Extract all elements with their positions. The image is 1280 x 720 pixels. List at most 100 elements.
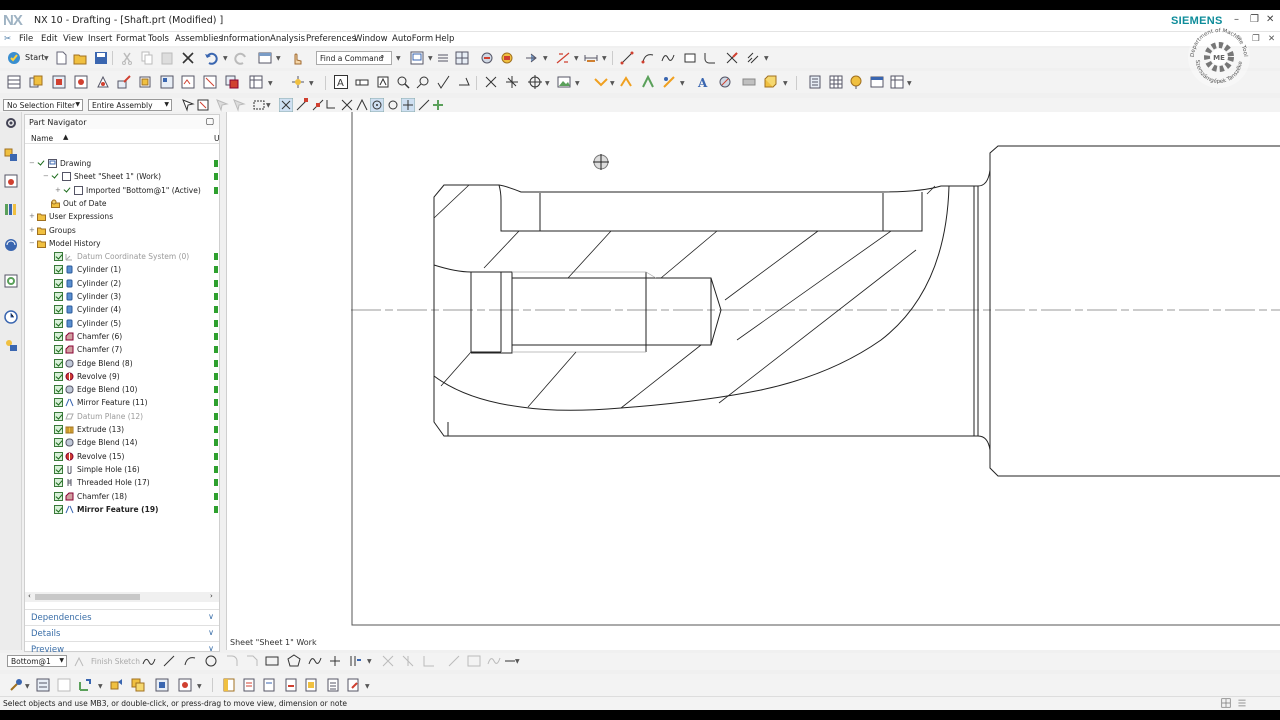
window-dropdown-icon[interactable]: ▼	[276, 55, 281, 62]
wcs-icon[interactable]	[78, 678, 92, 692]
open-folder-icon[interactable]	[73, 51, 87, 65]
hatch-dropdown-icon[interactable]: ▼	[764, 55, 769, 62]
expand-toggle-icon[interactable]: −	[43, 172, 49, 180]
tree-row[interactable]: Cylinder (1)	[25, 263, 219, 276]
start-label[interactable]: Start	[25, 53, 45, 62]
menu-preferences[interactable]: Preferences	[306, 34, 356, 44]
show-hide-icon[interactable]	[178, 678, 192, 692]
clock-icon[interactable]	[4, 310, 18, 324]
zoom-icon[interactable]	[396, 75, 410, 89]
trim-icon[interactable]	[725, 51, 739, 65]
visibility-checkbox[interactable]	[54, 504, 63, 514]
copy-object-icon[interactable]	[131, 678, 145, 692]
menu-edit[interactable]: Edit	[41, 34, 57, 44]
quick-trim-icon[interactable]	[381, 654, 395, 668]
sketch-point-icon[interactable]	[328, 654, 342, 668]
visibility-checkbox[interactable]	[54, 451, 63, 461]
menu-close-icon[interactable]: ✕	[1268, 34, 1275, 44]
component-icon[interactable]	[52, 75, 66, 89]
sheet-dropdown-icon[interactable]: ▼	[428, 55, 433, 62]
image-icon[interactable]	[557, 75, 571, 89]
visibility-checkbox[interactable]	[54, 385, 63, 395]
tree-row[interactable]: Cylinder (3)	[25, 290, 219, 303]
view-layout-icon[interactable]	[455, 51, 469, 65]
drawing-table-icon[interactable]	[870, 75, 884, 89]
tree-row[interactable]: Datum Coordinate System (0)	[25, 250, 219, 263]
checkmark-icon[interactable]	[37, 159, 46, 168]
profile-icon[interactable]	[142, 654, 156, 668]
visibility-checkbox[interactable]	[54, 411, 63, 421]
visibility-checkbox[interactable]	[54, 265, 63, 275]
visibility-checkbox[interactable]	[54, 371, 63, 381]
history-icon[interactable]	[4, 274, 18, 288]
orient-icon[interactable]	[291, 75, 305, 89]
name-column-header[interactable]: Name	[31, 134, 53, 143]
update-views-icon[interactable]	[480, 51, 494, 65]
explode-icon[interactable]	[203, 75, 217, 89]
start-icon[interactable]	[7, 51, 21, 65]
sketch-circle-icon[interactable]	[204, 654, 218, 668]
menu-analysis[interactable]: Analysis	[270, 34, 305, 44]
visibility-checkbox[interactable]	[54, 292, 63, 301]
edit-style-icon[interactable]	[662, 75, 676, 89]
tree-row[interactable]: Chamfer (7)	[25, 343, 219, 356]
linear-dimension-icon[interactable]	[584, 51, 598, 65]
edit-annotation-icon[interactable]	[641, 75, 655, 89]
table-icon[interactable]	[249, 75, 263, 89]
visibility-checkbox[interactable]	[54, 358, 63, 368]
window-icon[interactable]	[258, 51, 272, 65]
snap-arc-center-icon[interactable]	[355, 98, 369, 112]
finish-sketch-icon[interactable]	[73, 654, 87, 668]
spline-icon[interactable]	[661, 51, 675, 65]
tree-row[interactable]: − Model History	[25, 237, 219, 250]
expand-toggle-icon[interactable]: −	[29, 239, 35, 247]
visibility-checkbox[interactable]	[54, 345, 63, 355]
clone-icon[interactable]	[225, 75, 239, 89]
report-icon[interactable]	[326, 678, 340, 692]
undo-dropdown-icon[interactable]: ▼	[223, 55, 228, 62]
menu-view[interactable]: View	[63, 34, 83, 44]
tabular-note-icon[interactable]	[890, 75, 904, 89]
checkmark-icon[interactable]	[63, 186, 72, 195]
constraint-icon[interactable]	[74, 75, 88, 89]
tree-row[interactable]: Cylinder (4)	[25, 303, 219, 316]
edit-component-icon[interactable]	[117, 75, 131, 89]
scroll-thumb[interactable]	[35, 594, 140, 600]
tree-row[interactable]: Chamfer (6)	[25, 330, 219, 343]
tree-row[interactable]: Revolve (15)	[25, 450, 219, 463]
fillet-icon[interactable]	[703, 51, 717, 65]
tree-row[interactable]: Extrude (13)	[25, 423, 219, 436]
graphics-window[interactable]	[226, 112, 1280, 650]
arc-icon[interactable]	[641, 51, 655, 65]
gear-icon[interactable]	[4, 116, 18, 130]
tree-row[interactable]: Datum Plane (12)	[25, 410, 219, 423]
cube-dropdown-icon[interactable]: ▼	[783, 80, 788, 87]
sketch-view-dropdown[interactable]: Bottom@1 ▼	[7, 655, 67, 667]
reuse-library-icon[interactable]	[4, 202, 18, 216]
grid-settings-icon[interactable]	[57, 678, 71, 692]
dependencies-panel[interactable]: Dependencies ∨	[25, 609, 219, 625]
show-hide-dropdown-icon[interactable]: ▼	[197, 683, 202, 690]
visibility-checkbox[interactable]	[54, 331, 63, 341]
menu-assemblies[interactable]: Assemblies	[175, 34, 223, 44]
wave-link-icon[interactable]	[181, 75, 195, 89]
brush-icon[interactable]	[9, 678, 23, 692]
sketch-rectangle-icon[interactable]	[683, 51, 697, 65]
snap-endpoint-icon[interactable]	[295, 98, 309, 112]
snap-circle-center-icon[interactable]	[370, 98, 384, 112]
projected-view-icon[interactable]	[524, 51, 538, 65]
weld-symbol-icon[interactable]	[458, 75, 472, 89]
orient-dropdown-icon[interactable]: ▼	[309, 80, 314, 87]
snap-options-icon[interactable]	[431, 98, 445, 112]
visibility-checkbox[interactable]	[54, 318, 63, 328]
expand-toggle-icon[interactable]: −	[29, 159, 35, 167]
sketch-more-dropdown-icon[interactable]: ▼	[515, 658, 520, 665]
tree-row[interactable]: + Imported "Bottom@1" (Active)	[25, 184, 219, 197]
drawing-sheet-icon[interactable]	[410, 51, 424, 65]
find-dropdown-icon[interactable]: ▼	[396, 55, 401, 62]
line-icon[interactable]	[620, 51, 634, 65]
export-cgm-icon[interactable]	[262, 678, 276, 692]
balloon-icon[interactable]	[416, 75, 430, 89]
offset-dropdown-icon[interactable]: ▼	[367, 658, 372, 665]
finish-sketch-label[interactable]: Finish Sketch	[91, 657, 140, 666]
